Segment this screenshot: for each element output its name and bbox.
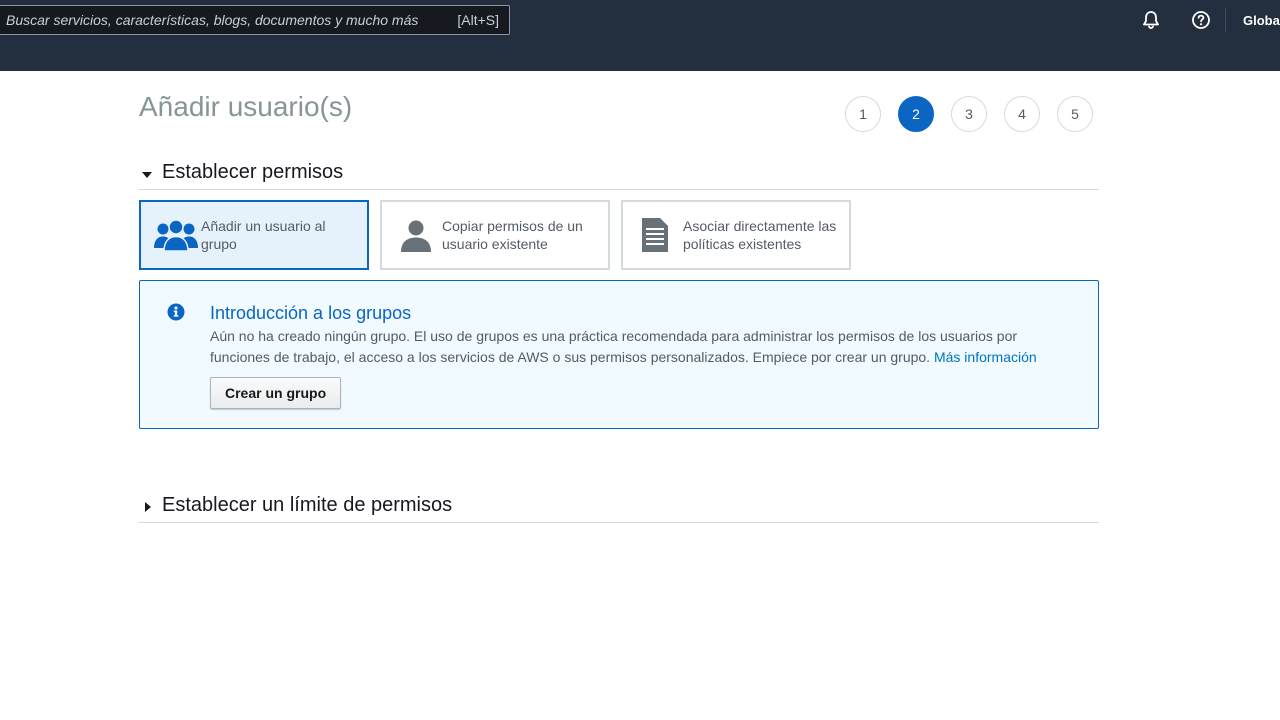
section-set-permissions[interactable]: Establecer permisos — [139, 158, 1099, 190]
caret-down-icon — [142, 172, 152, 178]
caret-right-icon — [145, 502, 151, 512]
top-nav-bar: [Alt+S] Global — [0, 0, 1280, 71]
help-icon[interactable] — [1191, 10, 1211, 30]
create-group-button[interactable]: Crear un grupo — [210, 377, 342, 409]
learn-more-link[interactable]: Más información — [934, 349, 1037, 365]
permission-options: Añadir un usuario al grupo Copiar permis… — [139, 200, 851, 270]
section-set-permissions-label: Establecer permisos — [162, 161, 344, 183]
info-alert: Introducción a los grupos Aún no ha crea… — [139, 280, 1099, 429]
section-permissions-boundary[interactable]: Establecer un límite de permisos — [139, 491, 1099, 523]
nav-divider — [1225, 8, 1226, 32]
option-copy-permissions-label: Copiar permisos de un usuario existente — [442, 218, 583, 252]
wizard-steps: 1 2 3 4 5 — [845, 96, 1093, 132]
wizard-step-1[interactable]: 1 — [845, 96, 881, 132]
option-add-to-group[interactable]: Añadir un usuario al grupo — [139, 200, 369, 270]
wizard-step-5[interactable]: 5 — [1057, 96, 1093, 132]
option-attach-policies[interactable]: Asociar directamente las políticas exist… — [621, 200, 851, 270]
option-add-to-group-label: Añadir un usuario al grupo — [201, 218, 326, 252]
wizard-step-4[interactable]: 4 — [1004, 96, 1040, 132]
option-attach-policies-label: Asociar directamente las políticas exist… — [683, 218, 837, 252]
bell-icon[interactable] — [1141, 10, 1161, 30]
section-permissions-boundary-label: Establecer un límite de permisos — [162, 494, 453, 516]
wizard-step-2[interactable]: 2 — [898, 96, 934, 132]
region-selector[interactable]: Global — [1243, 13, 1280, 28]
info-body-text: Aún no ha creado ningún grupo. El uso de… — [210, 328, 1018, 365]
user-icon — [401, 220, 431, 252]
group-icon — [154, 219, 198, 252]
page-title: Añadir usuario(s) — [139, 91, 353, 122]
info-title: Introducción a los grupos — [210, 303, 412, 323]
info-icon — [167, 303, 185, 321]
info-body: Aún no ha creado ningún grupo. El uso de… — [210, 326, 1080, 368]
search-input[interactable] — [0, 6, 440, 34]
search-box[interactable]: [Alt+S] — [0, 5, 510, 35]
search-shortcut-hint: [Alt+S] — [457, 12, 499, 28]
document-icon — [642, 218, 668, 252]
option-copy-permissions[interactable]: Copiar permisos de un usuario existente — [380, 200, 610, 270]
wizard-step-3[interactable]: 3 — [951, 96, 987, 132]
